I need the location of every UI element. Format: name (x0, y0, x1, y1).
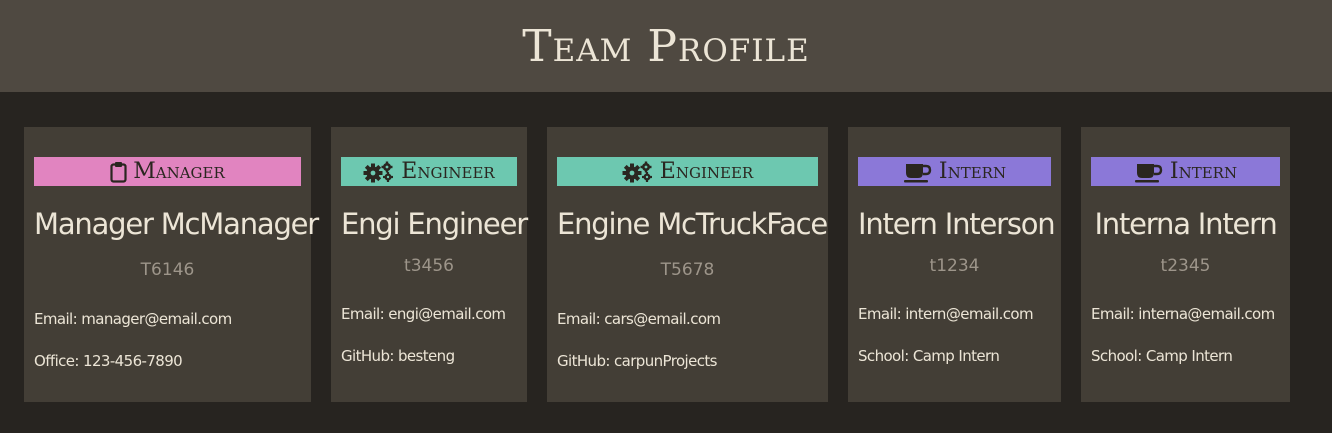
gears-icon (363, 161, 395, 183)
employee-card-engineer: Engineer Engi Engineer t3456 Email: engi… (331, 127, 528, 402)
employee-id: t3456 (404, 256, 454, 276)
employee-id: t1234 (929, 256, 980, 276)
employee-email: Email: intern@email.com (858, 305, 1034, 323)
employee-name: Engine McTruckFace (557, 207, 828, 241)
employee-email: Email: engi@email.com (341, 305, 506, 323)
employee-email: Email: manager@email.com (34, 310, 232, 328)
employee-card-manager: Manager Manager McManager T6146 Email: m… (24, 127, 319, 402)
role-badge: Intern (858, 157, 1051, 186)
employee-office: Office: 123-456-7890 (34, 352, 183, 370)
employee-id: t2345 (1160, 256, 1211, 276)
role-badge: Engineer (557, 157, 818, 186)
role-badge: Intern (1091, 157, 1280, 186)
employee-email: Email: interna@email.com (1091, 305, 1275, 323)
employee-card-intern: Intern Interna Intern t2345 Email: inter… (1081, 127, 1290, 402)
role-label: Intern (1169, 159, 1238, 184)
role-badge: Engineer (341, 157, 517, 186)
clipboard-icon (110, 161, 127, 183)
page-title: Team Profile (522, 20, 810, 72)
employee-school: School: Camp Intern (858, 347, 1000, 365)
employee-name: Intern Interson (858, 207, 1056, 241)
team-cards: Manager Manager McManager T6146 Email: m… (0, 92, 1332, 433)
role-label: Engineer (401, 159, 495, 184)
employee-email: Email: cars@email.com (557, 310, 721, 328)
employee-school: School: Camp Intern (1091, 347, 1233, 365)
employee-github: GitHub: carpunProjects (557, 352, 717, 370)
employee-github: GitHub: besteng (341, 347, 455, 365)
employee-id: T5678 (660, 260, 715, 280)
coffee-cup-icon (903, 161, 933, 183)
coffee-cup-icon (1134, 161, 1164, 183)
role-label: Engineer (659, 159, 754, 184)
role-label: Manager (133, 159, 225, 184)
role-badge: Manager (34, 157, 301, 186)
gears-icon (622, 161, 654, 183)
employee-name: Interna Intern (1094, 207, 1277, 241)
employee-card-engineer: Engineer Engine McTruckFace T5678 Email:… (547, 127, 828, 402)
role-label: Intern (938, 159, 1007, 184)
employee-name: Manager McManager (34, 207, 319, 241)
employee-id: T6146 (140, 260, 195, 280)
employee-name: Engi Engineer (341, 207, 528, 241)
employee-card-intern: Intern Intern Interson t1234 Email: inte… (848, 127, 1061, 402)
page-header: Team Profile (0, 0, 1332, 92)
